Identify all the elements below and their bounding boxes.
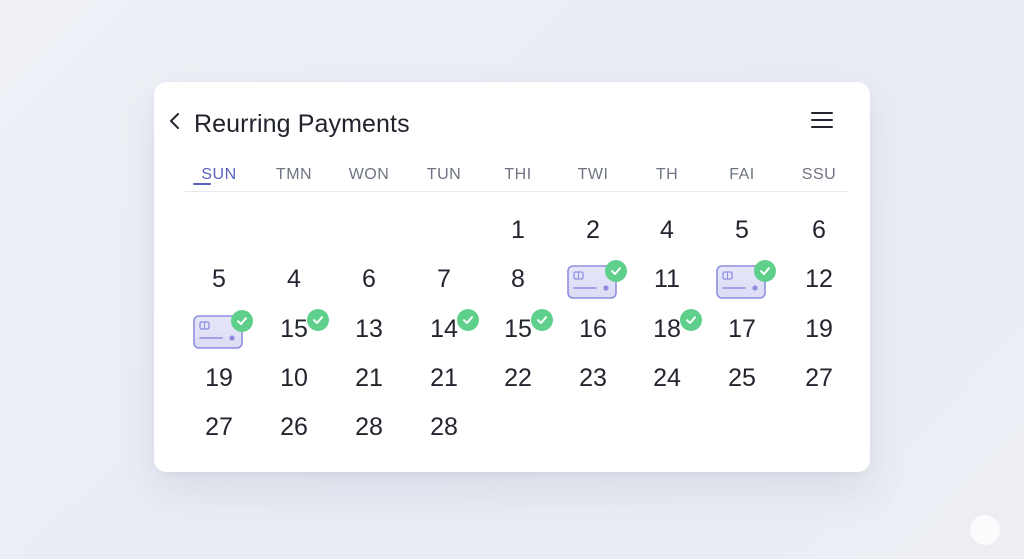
calendar-day[interactable]: 2 [563, 212, 623, 248]
corner-bubble [970, 515, 1000, 545]
calendar-day[interactable]: 27 [789, 360, 849, 396]
paid-check-icon [231, 310, 253, 332]
calendar-day[interactable]: 5 [712, 212, 772, 248]
calendar-day[interactable]: 23 [563, 360, 623, 396]
calendar-day[interactable]: 25 [712, 360, 772, 396]
calendar-day[interactable]: 6 [339, 261, 399, 297]
calendar-day[interactable]: 26 [264, 409, 324, 445]
paid-check-icon [457, 309, 479, 331]
calendar-day[interactable]: 27 [189, 409, 249, 445]
calendar-day[interactable]: 12 [789, 261, 849, 297]
calendar-day[interactable]: 28 [339, 409, 399, 445]
paid-check-icon [754, 260, 776, 282]
calendar-day[interactable]: 24 [637, 360, 697, 396]
calendar-day[interactable]: 16 [563, 311, 623, 347]
paid-check-icon [680, 309, 702, 331]
calendar-day[interactable]: 5 [189, 261, 249, 297]
calendar-card: Reurring Payments SUN TMN WON TUN THI TWI TH FA… [154, 82, 870, 472]
calendar-day[interactable]: 19 [789, 311, 849, 347]
calendar-day[interactable]: 4 [637, 212, 697, 248]
calendar-day[interactable]: 6 [789, 212, 849, 248]
calendar-day[interactable]: 10 [264, 360, 324, 396]
calendar-day[interactable]: 21 [414, 360, 474, 396]
paid-check-icon [307, 309, 329, 331]
calendar-day[interactable]: 17 [712, 311, 772, 347]
calendar-day[interactable]: 4 [264, 261, 324, 297]
calendar-day[interactable]: 1 [488, 212, 548, 248]
calendar-day[interactable]: 13 [339, 311, 399, 347]
paid-check-icon [605, 260, 627, 282]
calendar-grid: 1 2 4 5 6 5 4 6 7 8 11 12 15 13 14 15 16 18 17 19 19 10 21 21 22… [154, 82, 870, 472]
calendar-day[interactable]: 8 [488, 261, 548, 297]
calendar-day[interactable]: 28 [414, 409, 474, 445]
calendar-day[interactable]: 11 [637, 261, 697, 297]
calendar-day[interactable]: 19 [189, 360, 249, 396]
calendar-day[interactable]: 22 [488, 360, 548, 396]
calendar-day[interactable]: 7 [414, 261, 474, 297]
paid-check-icon [531, 309, 553, 331]
calendar-day[interactable]: 21 [339, 360, 399, 396]
